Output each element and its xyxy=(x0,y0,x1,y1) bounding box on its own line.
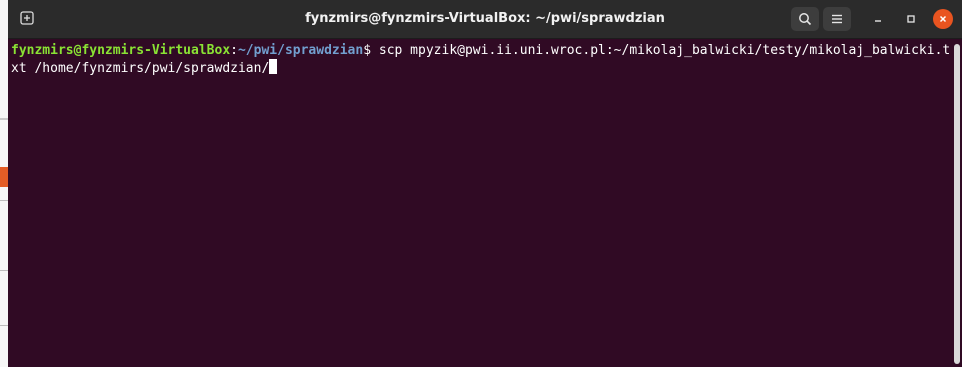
close-button[interactable] xyxy=(933,9,953,29)
maximize-icon xyxy=(907,15,915,23)
text-cursor xyxy=(269,59,278,74)
prompt-separator: : xyxy=(230,43,238,58)
minimize-button[interactable] xyxy=(868,9,888,29)
menu-button[interactable] xyxy=(823,7,851,31)
new-tab-button[interactable] xyxy=(16,7,38,29)
title-bar[interactable]: fynzmirs@fynzmirs-VirtualBox: ~/pwi/spra… xyxy=(8,0,962,39)
prompt-user: fynzmirs@fynzmirs-VirtualBox xyxy=(11,43,231,58)
background-accent-mark xyxy=(0,167,8,187)
terminal-output[interactable]: fynzmirs@fynzmirs-VirtualBox:~/pwi/spraw… xyxy=(8,39,952,367)
background-divider xyxy=(0,325,8,326)
new-tab-icon xyxy=(20,11,34,25)
prompt-symbol: $ xyxy=(363,43,379,58)
close-icon xyxy=(939,15,947,23)
background-desktop-strip xyxy=(0,0,8,367)
search-button[interactable] xyxy=(791,7,819,31)
background-divider xyxy=(0,270,8,271)
prompt-path: ~/pwi/sprawdzian xyxy=(237,43,364,58)
background-divider xyxy=(0,118,8,120)
maximize-button[interactable] xyxy=(901,9,921,29)
minimize-icon xyxy=(875,20,881,22)
search-icon xyxy=(799,13,812,26)
terminal-window: fynzmirs@fynzmirs-VirtualBox: ~/pwi/spra… xyxy=(8,0,962,367)
vertical-scrollbar[interactable] xyxy=(954,44,960,364)
hamburger-menu-icon xyxy=(832,14,842,24)
background-divider xyxy=(0,200,8,201)
